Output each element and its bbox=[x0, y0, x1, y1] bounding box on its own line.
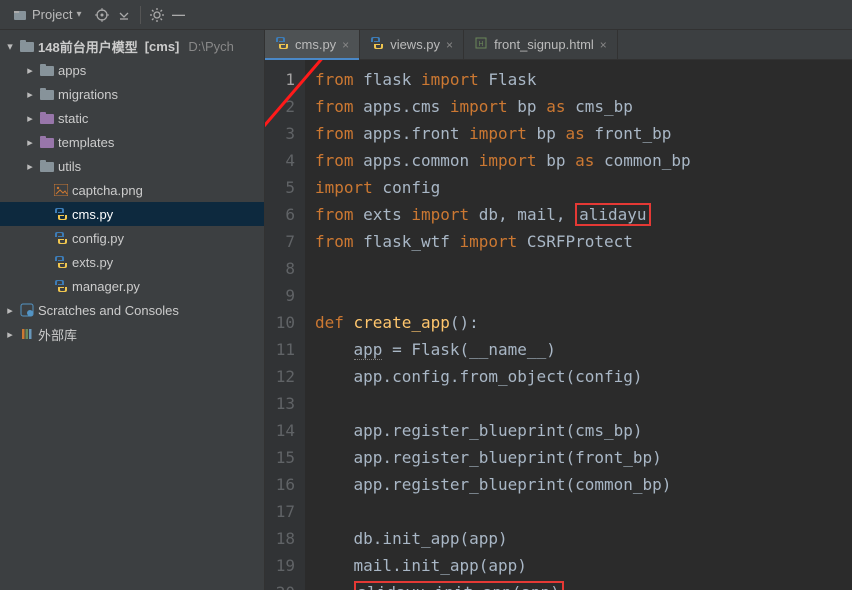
chevron-down-icon: ▾ bbox=[4, 40, 16, 53]
python-icon bbox=[275, 36, 289, 53]
project-toolbar: Project ▾ — bbox=[0, 0, 852, 30]
project-tree: ▾ 148前台用户模型 [cms] D:\Pych ▸ apps ▸ migra… bbox=[0, 30, 265, 590]
project-selector[interactable]: Project ▾ bbox=[6, 5, 88, 25]
tree-external-libs[interactable]: ▸ 外部库 bbox=[0, 322, 264, 346]
scratches-icon bbox=[19, 302, 35, 318]
python-icon bbox=[53, 278, 69, 294]
gear-icon[interactable] bbox=[149, 7, 165, 23]
tree-label: cms.py bbox=[72, 207, 113, 222]
tab-label: cms.py bbox=[295, 37, 336, 52]
html-icon: H bbox=[474, 36, 488, 53]
folder-icon bbox=[19, 38, 35, 54]
tab-label: front_signup.html bbox=[494, 37, 594, 52]
folder-icon bbox=[39, 134, 55, 150]
project-icon bbox=[12, 7, 28, 23]
tree-file-captcha[interactable]: captcha.png bbox=[0, 178, 264, 202]
chevron-right-icon: ▸ bbox=[24, 112, 36, 125]
tree-folder-utils[interactable]: ▸ utils bbox=[0, 154, 264, 178]
folder-icon bbox=[39, 86, 55, 102]
tree-folder-apps[interactable]: ▸ apps bbox=[0, 58, 264, 82]
tab-label: views.py bbox=[390, 37, 440, 52]
tree-file-manager[interactable]: manager.py bbox=[0, 274, 264, 298]
tab-cms[interactable]: cms.py × bbox=[265, 30, 360, 59]
library-icon bbox=[19, 326, 35, 342]
tree-label: config.py bbox=[72, 231, 124, 246]
folder-icon bbox=[39, 62, 55, 78]
chevron-right-icon: ▸ bbox=[24, 88, 36, 101]
chevron-right-icon: ▸ bbox=[4, 304, 16, 317]
tree-label: Scratches and Consoles bbox=[38, 303, 179, 318]
chevron-right-icon: ▸ bbox=[24, 136, 36, 149]
tree-label: utils bbox=[58, 159, 81, 174]
close-icon[interactable]: × bbox=[600, 38, 607, 52]
tab-front-signup[interactable]: H front_signup.html × bbox=[464, 30, 618, 59]
python-icon bbox=[370, 36, 384, 53]
chevron-right-icon: ▸ bbox=[24, 64, 36, 77]
tree-folder-static[interactable]: ▸ static bbox=[0, 106, 264, 130]
tab-views[interactable]: views.py × bbox=[360, 30, 464, 59]
tree-label: static bbox=[58, 111, 88, 126]
project-label: Project bbox=[32, 7, 72, 22]
tree-root-tag: [cms] bbox=[145, 39, 180, 54]
tree-root-path: D:\Pych bbox=[188, 39, 234, 54]
separator bbox=[140, 6, 141, 24]
expand-icon[interactable] bbox=[116, 7, 132, 23]
code-content[interactable]: from flask import Flask from apps.cms im… bbox=[305, 60, 701, 590]
chevron-down-icon: ▾ bbox=[76, 9, 81, 20]
tree-label: migrations bbox=[58, 87, 118, 102]
svg-text:H: H bbox=[479, 41, 484, 48]
tree-label: exts.py bbox=[72, 255, 113, 270]
tree-root[interactable]: ▾ 148前台用户模型 [cms] D:\Pych bbox=[0, 34, 264, 58]
target-icon[interactable] bbox=[94, 7, 110, 23]
folder-icon bbox=[39, 158, 55, 174]
tree-root-label: 148前台用户模型 bbox=[38, 37, 138, 56]
tree-file-config[interactable]: config.py bbox=[0, 226, 264, 250]
tree-label: apps bbox=[58, 63, 86, 78]
code-editor[interactable]: 123456789101112131415161718192021 from f… bbox=[265, 60, 852, 590]
python-icon bbox=[53, 206, 69, 222]
minimize-icon[interactable]: — bbox=[171, 7, 187, 23]
chevron-right-icon: ▸ bbox=[24, 160, 36, 173]
close-icon[interactable]: × bbox=[342, 38, 349, 52]
line-gutter: 123456789101112131415161718192021 bbox=[265, 60, 305, 590]
editor-tabs: cms.py × views.py × H front_signup.html … bbox=[265, 30, 852, 60]
tree-scratches[interactable]: ▸ Scratches and Consoles bbox=[0, 298, 264, 322]
editor-area: cms.py × views.py × H front_signup.html … bbox=[265, 30, 852, 590]
python-icon bbox=[53, 254, 69, 270]
tree-file-exts[interactable]: exts.py bbox=[0, 250, 264, 274]
tree-file-cms[interactable]: cms.py bbox=[0, 202, 264, 226]
tree-label: manager.py bbox=[72, 279, 140, 294]
python-icon bbox=[53, 230, 69, 246]
tree-folder-migrations[interactable]: ▸ migrations bbox=[0, 82, 264, 106]
chevron-right-icon: ▸ bbox=[4, 328, 16, 341]
folder-icon bbox=[39, 110, 55, 126]
image-icon bbox=[53, 182, 69, 198]
tree-label: captcha.png bbox=[72, 183, 143, 198]
tree-folder-templates[interactable]: ▸ templates bbox=[0, 130, 264, 154]
main-area: ▾ 148前台用户模型 [cms] D:\Pych ▸ apps ▸ migra… bbox=[0, 30, 852, 590]
close-icon[interactable]: × bbox=[446, 38, 453, 52]
tree-label: 外部库 bbox=[38, 325, 77, 344]
tree-label: templates bbox=[58, 135, 114, 150]
